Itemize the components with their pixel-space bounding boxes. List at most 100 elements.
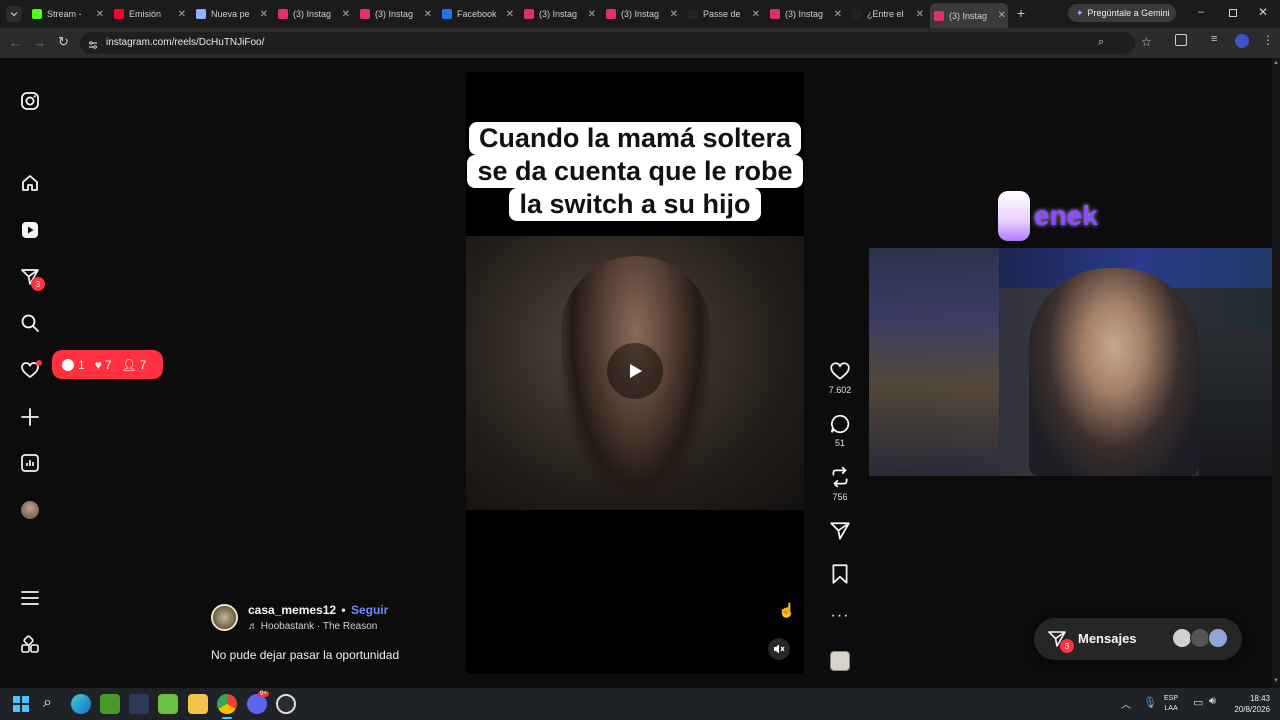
music-info[interactable]: ♬ Hoobastank · The Reason — [248, 621, 377, 632]
reel-video[interactable]: Cuando la mamá soltera se da cuenta que … — [466, 72, 804, 674]
save-button[interactable] — [828, 563, 852, 590]
browser-tab[interactable]: Nueva pe ✕ — [192, 4, 270, 24]
clock[interactable]: 18:43 20/8/2026 — [1226, 693, 1270, 715]
extensions-icon[interactable] — [1175, 34, 1187, 46]
scroll-up-arrow[interactable]: ▲ — [1273, 60, 1279, 66]
comment-button[interactable] — [828, 413, 852, 440]
xbox-game-icon[interactable] — [158, 694, 178, 714]
browser-tab[interactable]: Emisión ✕ — [110, 4, 188, 24]
edge-icon[interactable] — [71, 694, 91, 714]
heart-icon: ♥ — [94, 357, 102, 372]
tab-close-icon[interactable]: ✕ — [342, 9, 350, 20]
browser-tab[interactable]: Stream - ✕ — [28, 4, 106, 24]
more-menu-icon[interactable] — [20, 588, 40, 608]
language-indicator[interactable]: ESP LAA — [1164, 694, 1178, 714]
windows-start-icon[interactable] — [13, 696, 29, 712]
instagram-logo-icon[interactable] — [20, 91, 40, 111]
tab-close-icon[interactable]: ✕ — [588, 9, 596, 20]
tab-close-icon[interactable]: ✕ — [260, 9, 268, 20]
site-info-icon[interactable] — [88, 37, 98, 49]
like-button[interactable] — [828, 360, 852, 387]
obs-icon[interactable] — [276, 694, 296, 714]
dashboard-icon[interactable] — [20, 453, 40, 473]
microphone-icon[interactable]: 🎙︎ — [1143, 696, 1157, 709]
tab-close-icon[interactable]: ✕ — [752, 9, 760, 20]
tab-close-icon[interactable]: ✕ — [96, 9, 104, 20]
scroll-down-arrow[interactable]: ▼ — [1273, 678, 1279, 684]
tab-close-icon[interactable]: ✕ — [998, 10, 1006, 21]
browser-tab[interactable]: (3) Instag ✕ — [356, 4, 434, 24]
file-explorer-icon[interactable] — [188, 694, 208, 714]
play-button[interactable] — [607, 343, 663, 399]
search-icon[interactable]: ⌕ — [43, 694, 52, 712]
cam-poster-wall — [869, 248, 999, 476]
reload-icon[interactable]: ↻ — [58, 34, 69, 50]
forward-icon[interactable]: → — [33, 35, 46, 50]
separator-dot: • — [341, 603, 346, 617]
tab-favicon-icon — [606, 9, 616, 19]
create-plus-icon[interactable] — [20, 407, 40, 427]
browser-tab[interactable]: (3) Instag ✕ — [930, 3, 1008, 28]
music-note-icon: ♬ — [248, 621, 261, 632]
browser-menu-icon[interactable]: ⋮ — [1262, 33, 1274, 47]
tab-title: (3) Instag — [949, 10, 988, 21]
share-button[interactable] — [828, 520, 852, 547]
tab-title: (3) Instag — [375, 9, 414, 19]
tab-close-icon[interactable]: ✕ — [178, 9, 186, 20]
browser-tab[interactable]: Facebook ✕ — [438, 4, 516, 24]
media-controls-icon[interactable]: ≡ — [1211, 33, 1217, 45]
comment-bubble-icon — [62, 358, 74, 371]
tab-close-icon[interactable]: ✕ — [506, 9, 514, 20]
tab-close-icon[interactable]: ✕ — [834, 9, 842, 20]
discord-icon[interactable] — [247, 694, 267, 714]
browser-tab[interactable]: (3) Instag ✕ — [602, 4, 680, 24]
tab-close-icon[interactable]: ✕ — [424, 9, 432, 20]
tab-close-icon[interactable]: ✕ — [916, 9, 924, 20]
bookmark-star-icon[interactable]: ☆ — [1141, 35, 1152, 49]
profile-avatar-icon[interactable] — [20, 500, 40, 520]
more-options-button[interactable]: ··· — [828, 607, 852, 625]
close-window-button[interactable]: ✕ — [1258, 5, 1268, 19]
tab-favicon-icon — [852, 9, 862, 19]
author-username[interactable]: casa_memes12 — [248, 603, 336, 617]
follow-link[interactable]: Seguir — [351, 603, 388, 617]
maximize-button[interactable] — [1229, 9, 1237, 17]
also-from-meta-icon[interactable] — [20, 635, 40, 655]
profile-avatar[interactable] — [1235, 34, 1249, 48]
browser-tab[interactable]: (3) Instag ✕ — [274, 4, 352, 24]
new-tab-button[interactable]: + — [1014, 6, 1028, 20]
tab-close-icon[interactable]: ✕ — [670, 9, 678, 20]
tab-title: (3) Instag — [293, 9, 332, 19]
minecraft-icon[interactable] — [100, 694, 120, 714]
browser-tab[interactable]: (3) Instag ✕ — [520, 4, 598, 24]
search-icon[interactable] — [20, 313, 40, 333]
repost-button[interactable] — [828, 466, 852, 493]
gemini-button[interactable]: ✦ Pregúntale a Gemini — [1068, 4, 1176, 22]
mute-button[interactable] — [768, 638, 790, 660]
browser-tab[interactable]: Passe de ✕ — [684, 4, 762, 24]
contact-avatar — [1208, 628, 1228, 648]
chevron-down-icon — [10, 12, 18, 17]
minimize-button[interactable]: – — [1198, 6, 1210, 20]
chrome-icon[interactable] — [217, 694, 237, 714]
zoom-icon[interactable]: ⌕ — [1098, 36, 1104, 49]
home-icon[interactable] — [20, 173, 40, 193]
heart-icon — [830, 362, 850, 380]
play-icon — [630, 364, 642, 378]
volume-icon[interactable]: 🔊︎ — [1209, 695, 1216, 708]
browser-tab[interactable]: ¿Entre el ✕ — [848, 4, 926, 24]
app-icon[interactable] — [129, 694, 149, 714]
back-icon[interactable]: ← — [9, 35, 22, 50]
address-bar[interactable]: instagram.com/reels/DcHuTNJiFoo/ ⌕ ☆ — [80, 32, 1152, 54]
author-avatar[interactable] — [211, 604, 238, 631]
activity-tooltip[interactable]: 1 ♥ 7 👤︎ 7 — [52, 350, 163, 379]
tab-list-button[interactable] — [6, 6, 22, 22]
messages-pill[interactable]: 3 Mensajes — [1034, 618, 1242, 660]
browser-tab[interactable]: (3) Instag ✕ — [766, 4, 844, 24]
tray-chevron-icon[interactable]: ︿ — [1121, 696, 1131, 711]
tab-favicon-icon — [524, 9, 534, 19]
reels-icon[interactable] — [20, 220, 40, 240]
network-icon[interactable]: ▭ — [1193, 696, 1203, 709]
audio-thumbnail[interactable] — [830, 651, 850, 671]
page-scrollbar[interactable]: ▲ ▼ — [1272, 58, 1280, 688]
